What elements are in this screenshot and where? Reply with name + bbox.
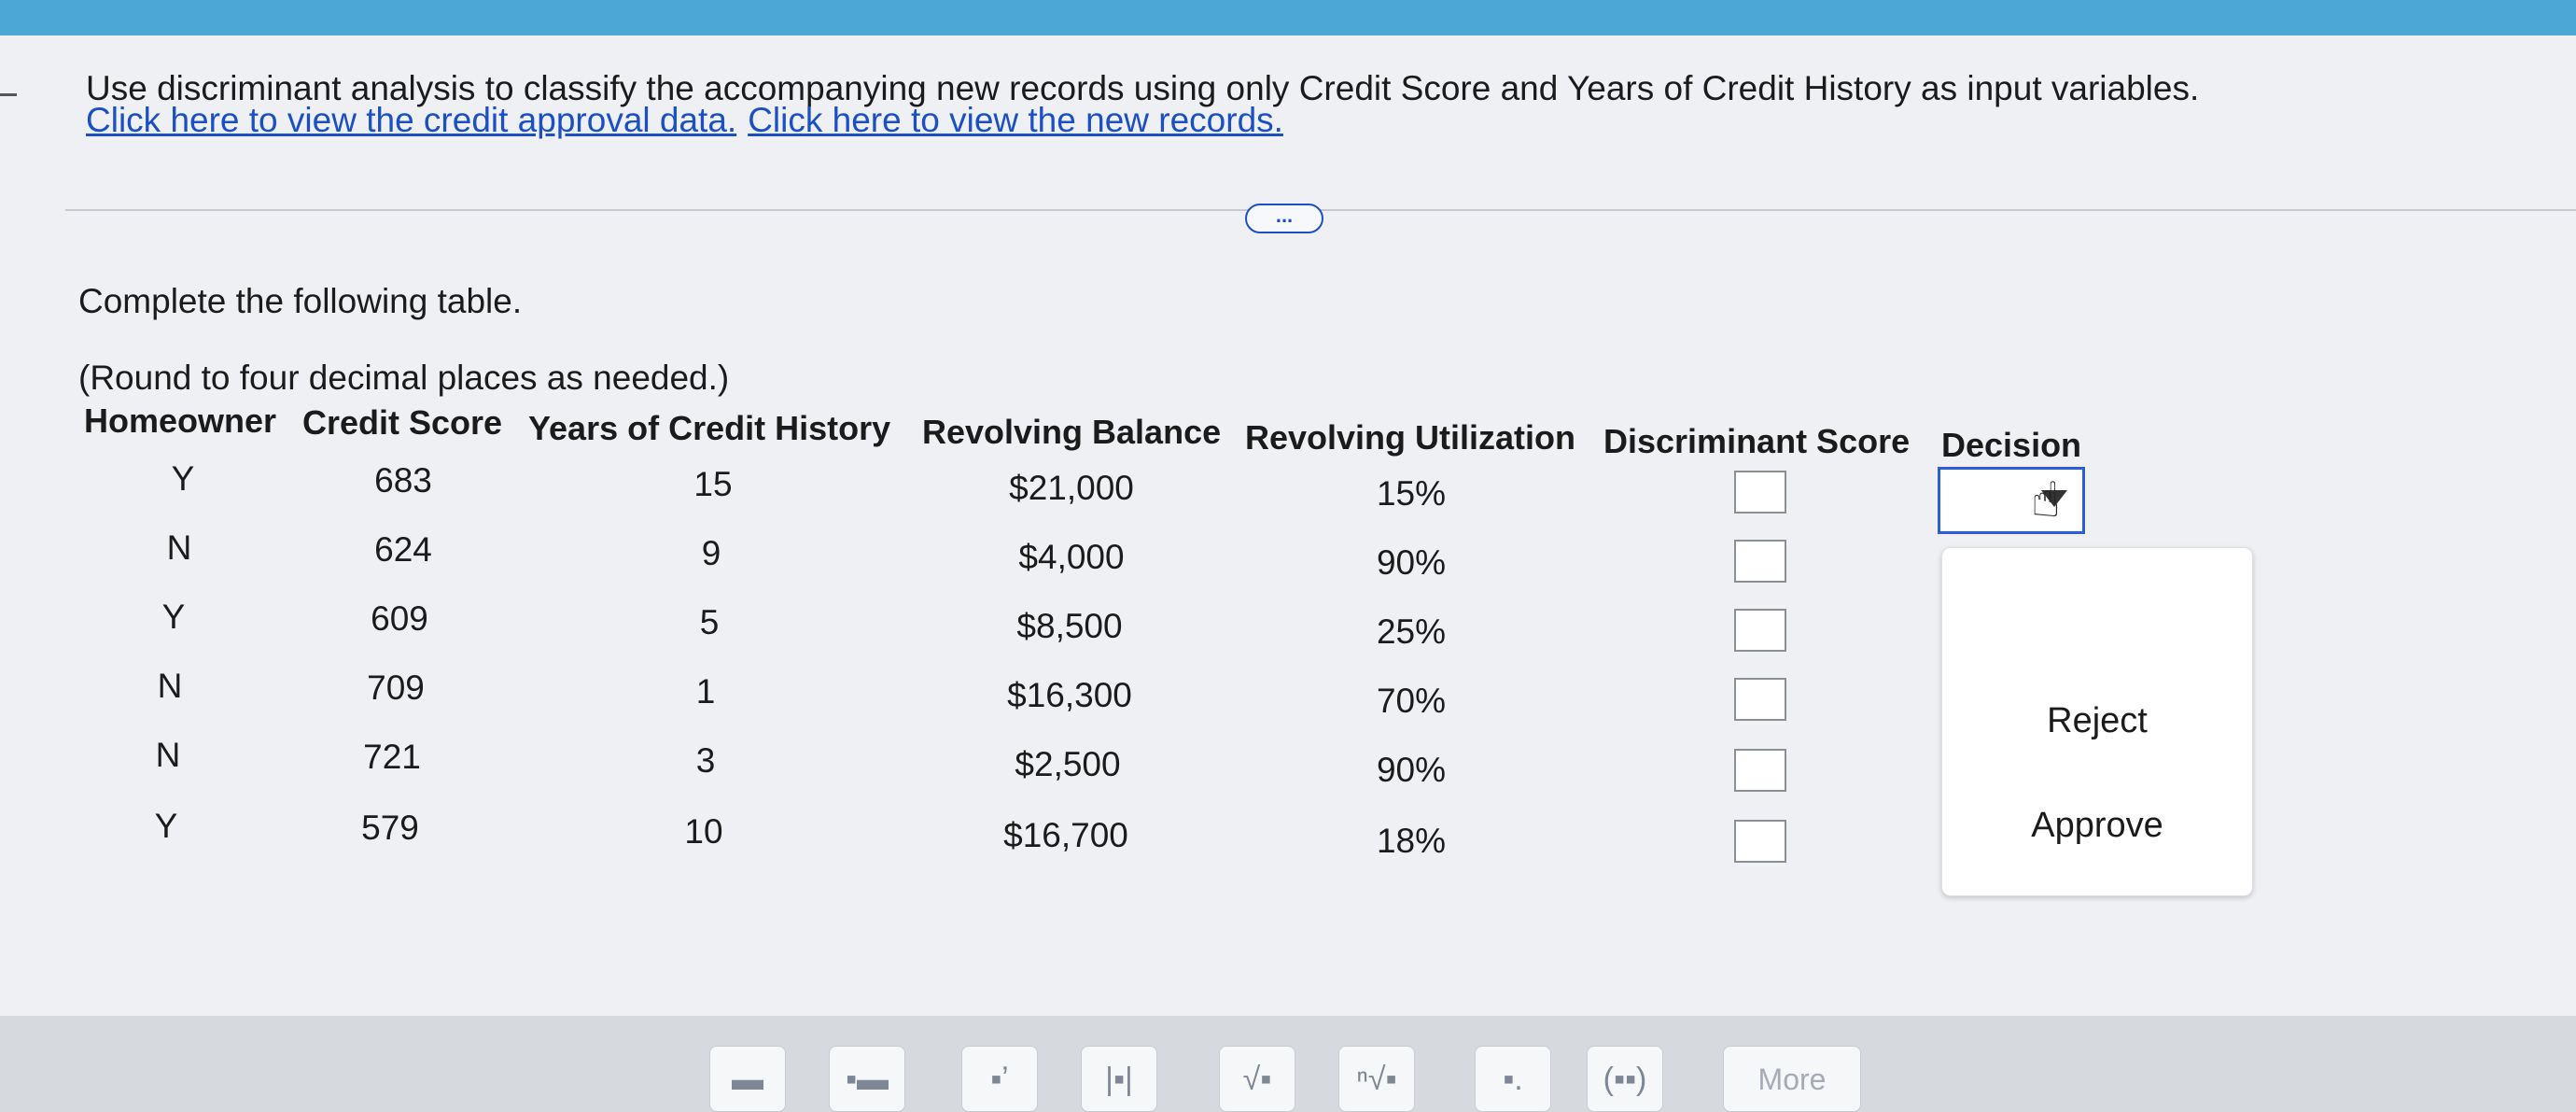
cell-utilization: 25% [1376, 612, 1447, 651]
discriminant-score-input[interactable] [1734, 820, 1786, 863]
discriminant-score-input[interactable] [1734, 609, 1786, 652]
cell-homeowner: Y [171, 459, 195, 498]
cell-homeowner: N [157, 667, 183, 705]
new-records-link[interactable]: Click here to view the new records. [748, 101, 1283, 139]
header-discriminant-score: Discriminant Score [1603, 422, 1911, 460]
discriminant-score-input[interactable] [1734, 749, 1786, 792]
header-decision: Decision [1941, 426, 2082, 464]
cell-utilization: 90% [1376, 751, 1447, 789]
data-links: Click here to view the credit approval d… [86, 101, 1283, 140]
cell-years: 10 [684, 812, 723, 851]
cell-balance: $2,500 [1015, 745, 1121, 783]
cell-years: 3 [695, 741, 716, 780]
more-button[interactable]: More [1723, 1046, 1861, 1112]
fraction-icon[interactable]: ▬ [709, 1046, 786, 1112]
cell-credit-score: 579 [361, 809, 419, 847]
exponent-icon[interactable]: ▪ʼ [961, 1046, 1038, 1112]
top-bar [0, 0, 2576, 35]
header-credit-score: Credit Score [302, 403, 503, 442]
square-root-icon[interactable]: √▪ [1219, 1046, 1295, 1112]
subscript-icon[interactable]: ▪. [1475, 1046, 1551, 1112]
nth-root-icon[interactable]: ⁿ√▪ [1338, 1046, 1415, 1112]
decision-dropdown[interactable] [1938, 467, 2085, 534]
option-reject[interactable]: Reject [1942, 701, 2252, 741]
cell-balance: $16,300 [1007, 676, 1132, 714]
cell-utilization: 90% [1376, 543, 1447, 582]
discriminant-score-input[interactable] [1734, 540, 1786, 583]
header-revolving-balance: Revolving Balance [922, 413, 1222, 451]
instruction-text: Complete the following table. [78, 282, 523, 320]
parentheses-icon[interactable]: (▪▪) [1587, 1046, 1663, 1112]
hand-pointer-icon: ☝ [2031, 473, 2061, 528]
decision-dropdown-menu: Reject Approve [1941, 547, 2253, 896]
cell-utilization: 18% [1376, 822, 1447, 860]
cell-homeowner: Y [161, 598, 186, 636]
cell-balance: $4,000 [1018, 538, 1125, 576]
cell-balance: $8,500 [1016, 607, 1123, 645]
rounding-note: (Round to four decimal places as needed.… [78, 359, 730, 397]
cell-utilization: 15% [1376, 474, 1447, 513]
cell-credit-score: 721 [363, 738, 421, 776]
header-revolving-utilization: Revolving Utilization [1245, 418, 1576, 457]
cell-utilization: 70% [1376, 682, 1447, 720]
cell-years: 9 [701, 534, 721, 572]
cell-credit-score: 609 [371, 599, 428, 638]
cell-homeowner: N [155, 736, 181, 774]
cell-credit-score: 683 [374, 461, 432, 500]
absolute-value-icon[interactable]: |▪| [1081, 1046, 1157, 1112]
cell-years: 5 [699, 603, 720, 641]
discriminant-score-input[interactable] [1734, 471, 1786, 514]
cell-years: 15 [693, 465, 733, 503]
cell-credit-score: 624 [374, 530, 432, 569]
cell-credit-score: 709 [367, 669, 425, 707]
header-years-credit-history: Years of Credit History [528, 409, 891, 447]
cell-homeowner: N [166, 528, 192, 567]
mixed-number-icon[interactable]: ▪▬ [829, 1046, 905, 1112]
expand-more-button[interactable]: ... [1245, 204, 1323, 233]
cell-balance: $16,700 [1003, 816, 1128, 854]
credit-approval-data-link[interactable]: Click here to view the credit approval d… [86, 101, 736, 139]
cell-years: 1 [695, 672, 716, 711]
collapse-indicator [0, 93, 17, 96]
header-homeowner: Homeowner [84, 401, 277, 440]
cell-balance: $21,000 [1009, 469, 1134, 507]
option-approve[interactable]: Approve [1942, 806, 2252, 846]
cell-homeowner: Y [154, 807, 178, 845]
discriminant-score-input[interactable] [1734, 678, 1786, 721]
